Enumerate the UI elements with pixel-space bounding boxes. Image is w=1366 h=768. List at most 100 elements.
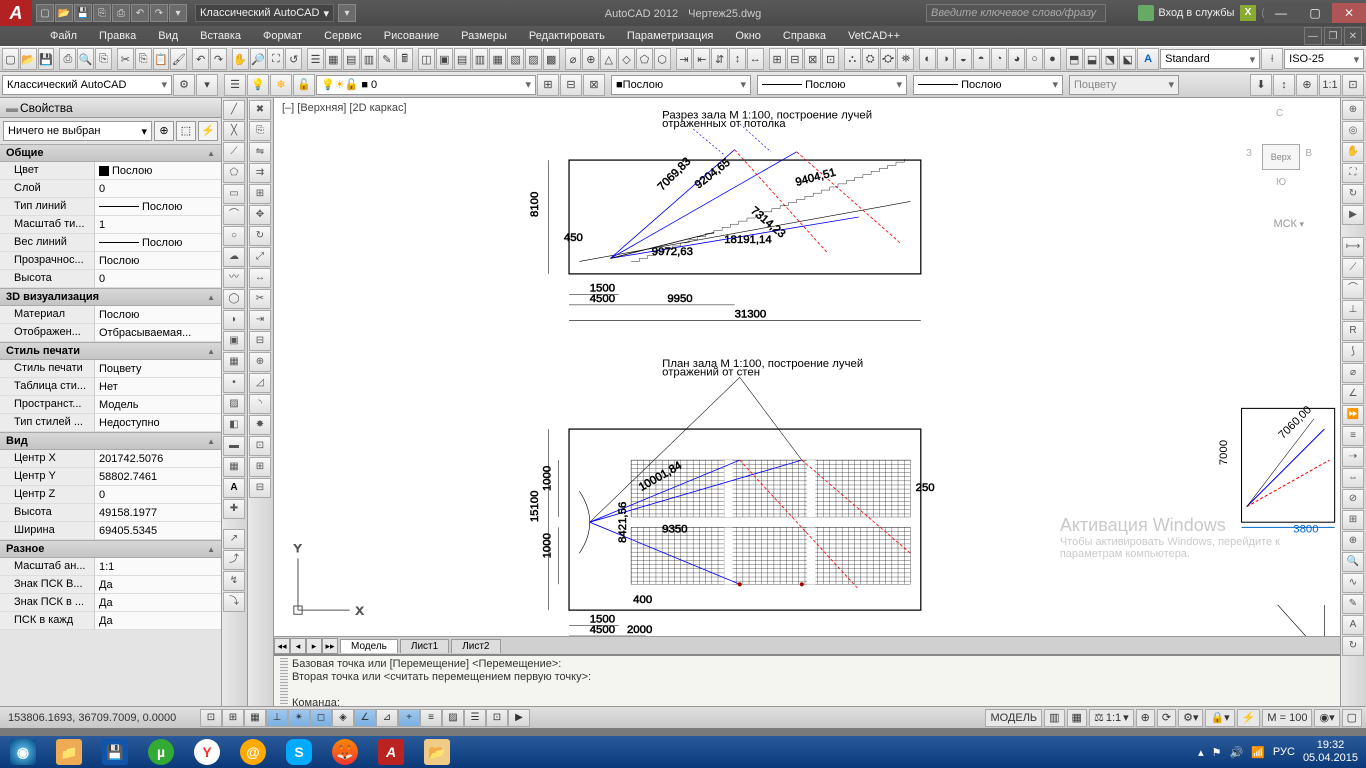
prop-group-header[interactable]: Общие bbox=[0, 144, 221, 162]
open-icon[interactable]: 📂 bbox=[55, 4, 73, 22]
view-cube[interactable]: С Ю З В Верх bbox=[1246, 108, 1316, 188]
prop-val[interactable]: 1 bbox=[95, 216, 221, 234]
prop-row[interactable]: Ширина69405.5345 bbox=[0, 522, 221, 540]
prop-val[interactable]: 0 bbox=[95, 486, 221, 504]
prop-val[interactable]: Нет bbox=[95, 378, 221, 396]
isolate-icon[interactable]: ◉▾ bbox=[1314, 709, 1339, 727]
drawing-canvas[interactable]: [–] [Верхняя] [2D каркас] bbox=[274, 98, 1340, 636]
language-indicator[interactable]: РУС bbox=[1273, 746, 1295, 758]
prop-val[interactable]: Да bbox=[95, 612, 221, 630]
tb-btn[interactable]: ↕ bbox=[1273, 74, 1295, 96]
explode-icon[interactable]: ✸ bbox=[249, 415, 271, 435]
dimedit-icon[interactable]: ✎ bbox=[1342, 594, 1364, 614]
toolbar-lock-icon[interactable]: 🔒▾ bbox=[1205, 709, 1234, 727]
prop-val[interactable]: Поцвету bbox=[95, 360, 221, 378]
dim-linear-icon[interactable]: ⟼ bbox=[1342, 237, 1364, 257]
tpy-icon[interactable]: ▨ bbox=[442, 709, 464, 727]
redo-icon[interactable]: ↷ bbox=[210, 48, 227, 70]
dyn-icon[interactable]: + bbox=[398, 709, 420, 727]
workspace-more-icon[interactable]: ▾ bbox=[338, 4, 356, 22]
close-button[interactable]: ✕ bbox=[1332, 3, 1366, 23]
rectangle-icon[interactable]: ▭ bbox=[223, 184, 245, 204]
menu-file[interactable]: Файл bbox=[40, 28, 87, 44]
annoscale-select[interactable]: ⚖ 1:1 ▾ bbox=[1089, 709, 1134, 727]
tb-btn[interactable]: ⬓ bbox=[1084, 48, 1101, 70]
prop-row[interactable]: Тип стилей ...Недоступно bbox=[0, 414, 221, 432]
extend-icon[interactable]: ⇥ bbox=[249, 310, 271, 330]
tab-model[interactable]: Модель bbox=[340, 639, 398, 653]
prop-val[interactable]: Послою bbox=[95, 198, 221, 216]
command-line[interactable]: Базовая точка или [Перемещение] <Перемещ… bbox=[274, 654, 1340, 706]
preview-icon[interactable]: 🔍 bbox=[77, 48, 94, 70]
layer-on-icon[interactable]: 💡 bbox=[247, 74, 269, 96]
annovis-icon[interactable]: ⊕ bbox=[1136, 709, 1155, 727]
prop-val[interactable]: Отбрасываемая... bbox=[95, 324, 221, 342]
tb-btn[interactable]: ◑ bbox=[937, 48, 954, 70]
sc-icon[interactable]: ⊡ bbox=[486, 709, 508, 727]
prop-val[interactable]: 69405.5345 bbox=[95, 522, 221, 540]
prop-val[interactable]: 1:1 bbox=[95, 558, 221, 576]
tb-btn[interactable]: ⊠ bbox=[804, 48, 821, 70]
chamfer-icon[interactable]: ◿ bbox=[249, 373, 271, 393]
polygon-icon[interactable]: ⬠ bbox=[223, 163, 245, 183]
hardware-accel-icon[interactable]: ⚡ bbox=[1237, 709, 1261, 727]
tb-btn[interactable]: ⬔ bbox=[1101, 48, 1118, 70]
dim-continue-icon[interactable]: ⇢ bbox=[1342, 447, 1364, 467]
publish-icon[interactable]: ⎘ bbox=[95, 48, 112, 70]
taskbar-autocad-icon[interactable]: A bbox=[370, 736, 412, 768]
saveas-icon[interactable]: ⎘ bbox=[93, 4, 111, 22]
autocad-logo[interactable]: A bbox=[0, 0, 32, 26]
tb-btn[interactable]: ◫ bbox=[418, 48, 435, 70]
prop-row[interactable]: Высота49158.1977 bbox=[0, 504, 221, 522]
doc-restore-icon[interactable]: ❐ bbox=[1324, 27, 1342, 45]
taskbar-explorer-icon[interactable]: 📁 bbox=[48, 736, 90, 768]
taskbar-mail-icon[interactable]: @ bbox=[232, 736, 274, 768]
prop-val[interactable]: Недоступно bbox=[95, 414, 221, 432]
tb-btn[interactable]: △ bbox=[600, 48, 617, 70]
menu-parametric[interactable]: Параметризация bbox=[617, 28, 723, 44]
dim-baseline-icon[interactable]: ≡ bbox=[1342, 426, 1364, 446]
taskbar-skype-icon[interactable]: S bbox=[278, 736, 320, 768]
dimstyle-icon[interactable]: ⟊ bbox=[1261, 48, 1283, 70]
inspect-icon[interactable]: 🔍 bbox=[1342, 552, 1364, 572]
prop-val[interactable]: 49158.1977 bbox=[95, 504, 221, 522]
dim-angular-icon[interactable]: ∠ bbox=[1342, 384, 1364, 404]
prop-row[interactable]: Отображен...Отбрасываемая... bbox=[0, 324, 221, 342]
zoom-icon[interactable]: 🔎 bbox=[250, 48, 267, 70]
mtext-icon[interactable]: A bbox=[223, 478, 245, 498]
prop-val[interactable]: Послою bbox=[95, 162, 221, 180]
menu-insert[interactable]: Вставка bbox=[190, 28, 251, 44]
qat-more-icon[interactable]: ▾ bbox=[169, 4, 187, 22]
vtb-btn[interactable]: ↗ bbox=[223, 529, 245, 549]
tb-btn[interactable]: ⛯ bbox=[897, 48, 914, 70]
plot-icon[interactable]: ⎙ bbox=[59, 48, 76, 70]
vtb-btn[interactable]: ⊞ bbox=[249, 457, 271, 477]
tb-btn[interactable]: ⇵ bbox=[711, 48, 728, 70]
tb-btn[interactable]: ○ bbox=[1026, 48, 1043, 70]
hatch-icon[interactable]: ▨ bbox=[223, 394, 245, 414]
prop-row[interactable]: МатериалПослою bbox=[0, 306, 221, 324]
tb-btn[interactable]: ⛬ bbox=[844, 48, 861, 70]
select-objects-icon[interactable]: ⬚ bbox=[176, 121, 196, 141]
layer-lock-icon[interactable]: 🔓 bbox=[293, 74, 315, 96]
cut-icon[interactable]: ✂ bbox=[117, 48, 134, 70]
taskbar-firefox-icon[interactable]: 🦊 bbox=[324, 736, 366, 768]
workspace-select2[interactable]: Классический AutoCAD bbox=[2, 75, 172, 95]
prop-row[interactable]: Масштаб ти...1 bbox=[0, 216, 221, 234]
tray-up-icon[interactable]: ▴ bbox=[1198, 746, 1204, 759]
prop-val[interactable]: Послою bbox=[95, 306, 221, 324]
move-icon[interactable]: ✥ bbox=[249, 205, 271, 225]
prop-row[interactable]: Вес линийПослою bbox=[0, 234, 221, 252]
prop-val[interactable]: Модель bbox=[95, 396, 221, 414]
zoomwin-icon[interactable]: ⛶ bbox=[267, 48, 284, 70]
prop-row[interactable]: Высота0 bbox=[0, 270, 221, 288]
tb-btn[interactable]: ↕ bbox=[729, 48, 746, 70]
lineweight-select[interactable]: Послою bbox=[913, 75, 1063, 95]
tb-btn[interactable]: ⬇ bbox=[1250, 74, 1272, 96]
search-input[interactable]: Введите ключевое слово/фразу bbox=[926, 4, 1106, 22]
prop-val[interactable]: Да bbox=[95, 594, 221, 612]
scale-icon[interactable]: ⤢ bbox=[249, 247, 271, 267]
tb-btn[interactable]: ⊡ bbox=[822, 48, 839, 70]
tb-btn[interactable]: ▦ bbox=[489, 48, 506, 70]
copy-icon[interactable]: ⎘ bbox=[249, 121, 271, 141]
